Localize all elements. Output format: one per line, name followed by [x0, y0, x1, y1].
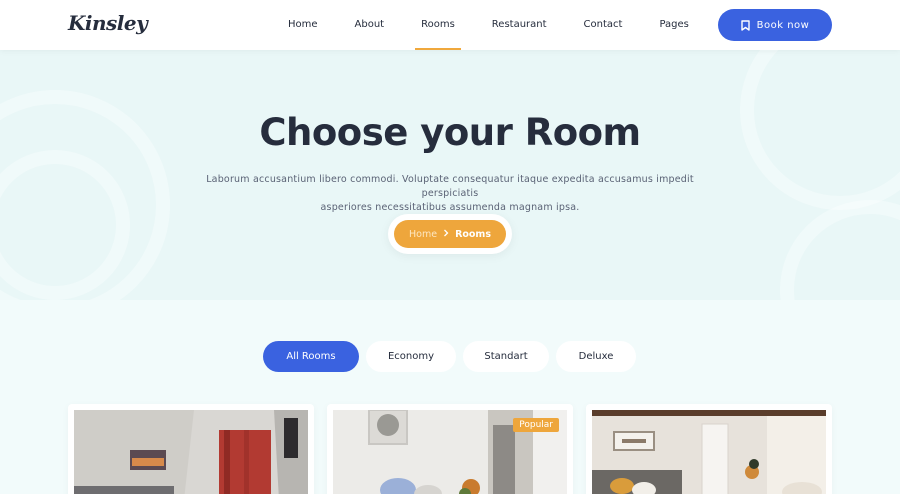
- nav-rooms[interactable]: Rooms: [415, 0, 461, 50]
- room-card[interactable]: [68, 404, 314, 494]
- filter-all-rooms[interactable]: All Rooms: [263, 341, 359, 372]
- book-now-button[interactable]: Book now: [718, 9, 832, 41]
- chevron-right-icon: [443, 229, 449, 240]
- subtitle-line: Laborum accusantium libero commodi. Volu…: [206, 174, 694, 199]
- breadcrumb: Home Rooms: [394, 220, 506, 248]
- breadcrumb-home-link[interactable]: Home: [409, 229, 437, 240]
- book-now-label: Book now: [756, 19, 810, 31]
- filter-deluxe[interactable]: Deluxe: [556, 341, 636, 372]
- room-card[interactable]: Popular: [327, 404, 573, 494]
- nav-pages[interactable]: Pages: [653, 0, 694, 50]
- bookmark-icon: [740, 19, 750, 31]
- logo[interactable]: Kinsley: [68, 11, 148, 35]
- zigzag-divider: [0, 300, 900, 316]
- nav-home[interactable]: Home: [282, 0, 324, 50]
- room-card[interactable]: [586, 404, 832, 494]
- breadcrumb-current: Rooms: [455, 228, 491, 240]
- room-filters: All Rooms Economy Standart Deluxe: [263, 341, 643, 372]
- nav-about[interactable]: About: [349, 0, 391, 50]
- site-header: Kinsley Home About Rooms Restaurant Cont…: [0, 0, 900, 50]
- nav-restaurant[interactable]: Restaurant: [486, 0, 553, 50]
- popular-badge: Popular: [513, 418, 559, 432]
- filter-economy[interactable]: Economy: [366, 341, 456, 372]
- decorative-swirl: [780, 200, 900, 300]
- room-image[interactable]: [592, 410, 826, 494]
- filter-standart[interactable]: Standart: [463, 341, 549, 372]
- main-nav: Home About Rooms Restaurant Contact Page…: [282, 0, 720, 50]
- page-subtitle: Laborum accusantium libero commodi. Volu…: [190, 173, 710, 215]
- room-image[interactable]: Popular: [333, 410, 567, 494]
- room-image[interactable]: [74, 410, 308, 494]
- page-title: Choose your Room: [259, 111, 641, 154]
- nav-contact[interactable]: Contact: [578, 0, 629, 50]
- breadcrumb-wrapper: Home Rooms: [388, 214, 512, 254]
- subtitle-line: asperiores necessitatibus assumenda magn…: [320, 202, 580, 213]
